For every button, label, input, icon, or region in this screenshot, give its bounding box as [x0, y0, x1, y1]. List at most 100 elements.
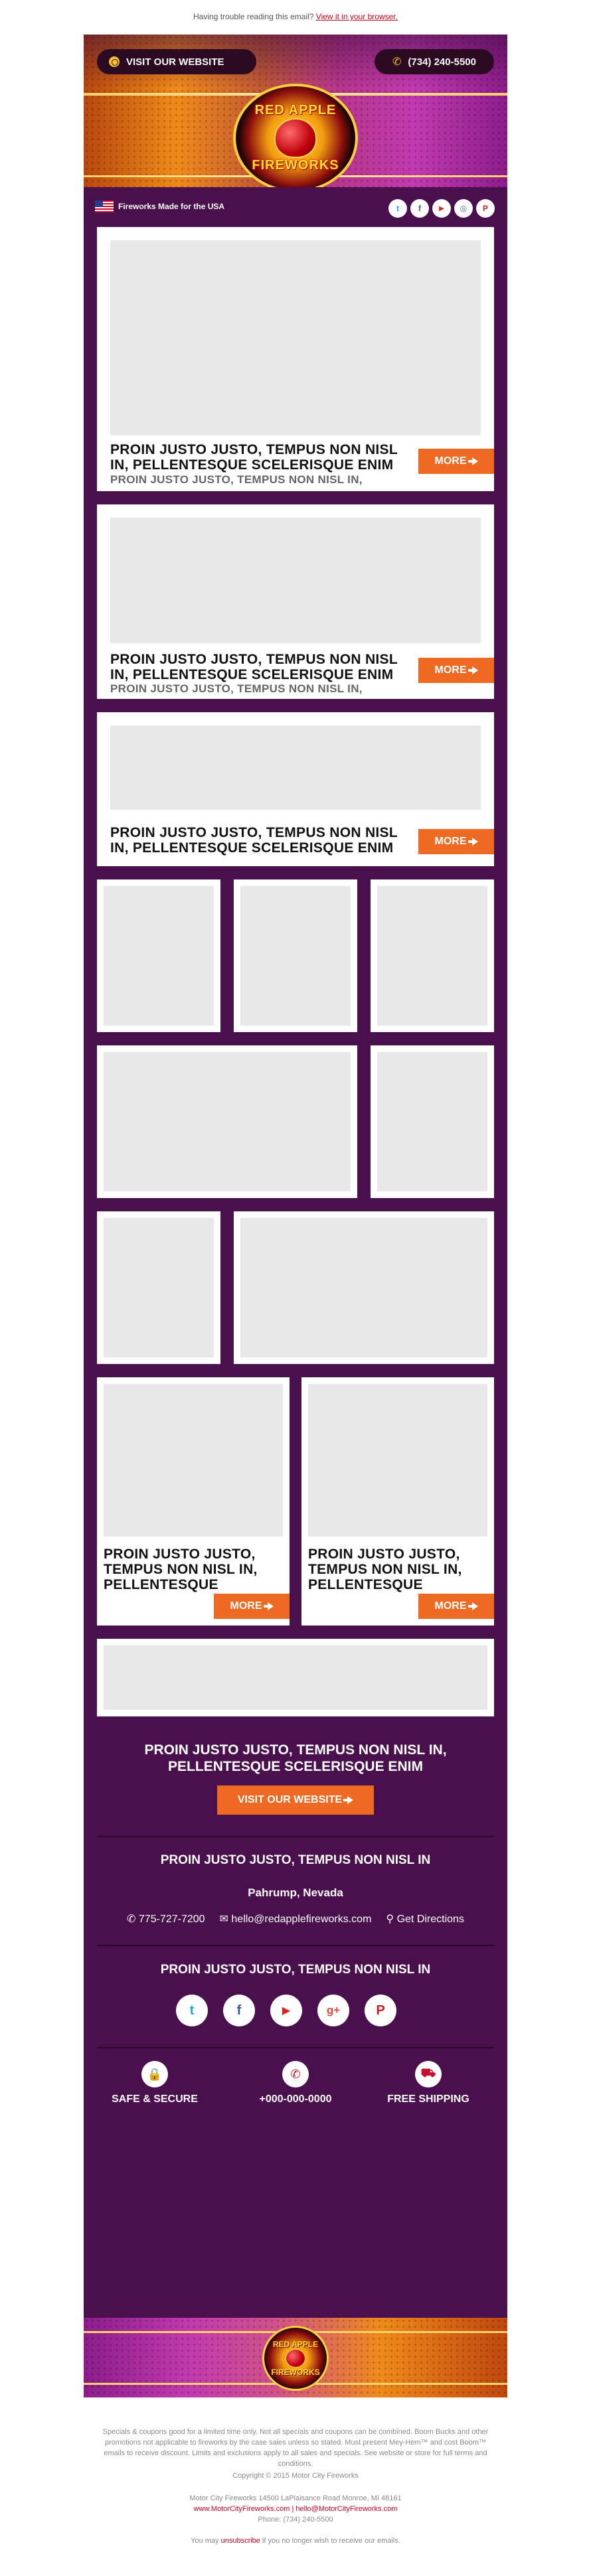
product-image-placeholder[interactable]: [104, 1384, 283, 1537]
product-image-placeholder[interactable]: [240, 886, 351, 1025]
phone-number: 775-727-7200: [138, 1914, 205, 1925]
pinterest-icon[interactable]: P: [365, 1995, 396, 2026]
more-label: MORE: [434, 455, 467, 467]
badge-phone: +000-000-0000: [259, 2093, 332, 2105]
view-in-browser-link[interactable]: View it in your browser.: [316, 12, 398, 21]
banner-image-placeholder[interactable]: [104, 1645, 487, 1710]
footer-banner: RED APPLE FIREWORKS: [84, 2318, 507, 2397]
phone-label: (734) 240-5500: [408, 56, 476, 68]
globe-icon: [109, 56, 120, 67]
card-title: PROIN JUSTO JUSTO, TEMPUS NON NISL IN, P…: [104, 1547, 258, 1592]
youtube-icon[interactable]: ▶: [270, 1995, 302, 2026]
phone-contact[interactable]: ✆ 775-727-7200: [127, 1912, 205, 1926]
unsubscribe-suffix: if you no longer wish to receive our ema…: [262, 2537, 400, 2545]
apple-icon: [274, 118, 317, 158]
wide-banner-card: [97, 1639, 494, 1716]
more-label: MORE: [434, 664, 467, 676]
more-button[interactable]: MORE: [214, 1594, 290, 1619]
contact-row: ✆ 775-727-7200 ✉ hello@redapplefireworks…: [97, 1912, 494, 1926]
product-image-placeholder[interactable]: [104, 1052, 351, 1191]
more-label: MORE: [230, 1600, 262, 1612]
promo-cta-label: VISIT OUR WEBSITE: [237, 1794, 343, 1805]
product-tile: [234, 879, 357, 1032]
feature-image-placeholder[interactable]: [110, 240, 481, 435]
pinterest-icon[interactable]: P: [476, 199, 495, 218]
more-label: MORE: [434, 836, 467, 847]
preheader-text: Having trouble reading this email?: [193, 12, 314, 21]
social-heading: PROIN JUSTO JUSTO, TEMPUS NON NISL IN: [160, 1963, 431, 1977]
more-button[interactable]: MORE: [418, 1594, 494, 1619]
feature-subtitle: PROIN JUSTO JUSTO, TEMPUS NON NISL IN,: [110, 682, 363, 695]
product-image-placeholder[interactable]: [377, 886, 487, 1025]
product-tile-wide: [97, 1045, 357, 1198]
two-col-card-2: PROIN JUSTO JUSTO, TEMPUS NON NISL IN, P…: [301, 1377, 494, 1626]
google-plus-icon[interactable]: g+: [317, 1995, 349, 2026]
arrow-right-icon: [467, 457, 478, 465]
arrow-right-icon: [263, 1602, 274, 1610]
more-button[interactable]: MORE: [418, 449, 494, 474]
us-flag-icon: [95, 200, 114, 212]
directions-link[interactable]: ⚲ Get Directions: [386, 1912, 464, 1926]
twitter-icon[interactable]: t: [176, 1995, 208, 2026]
preheader: Having trouble reading this email? View …: [0, 0, 591, 35]
unsubscribe-link[interactable]: unsubscribe: [221, 2537, 260, 2545]
feature-image-placeholder[interactable]: [110, 725, 481, 810]
email-container: VISIT OUR WEBSITE ✆ (734) 240-5500 RED A…: [84, 35, 507, 2397]
promo-cta-button[interactable]: VISIT OUR WEBSITE: [217, 1785, 374, 1815]
divider: [97, 2047, 494, 2048]
product-image-placeholder[interactable]: [104, 886, 214, 1025]
copyright: Copyright © 2015 Motor City Fireworks: [232, 2472, 359, 2480]
twitter-icon[interactable]: t: [388, 199, 407, 218]
usa-tagline: Fireworks Made for the USA: [118, 202, 225, 211]
visit-website-button[interactable]: VISIT OUR WEBSITE: [97, 49, 256, 74]
feature-image-placeholder[interactable]: [110, 518, 481, 643]
badge-free-shipping: FREE SHIPPING: [387, 2093, 469, 2105]
company-phone: Phone: (734) 240-5500: [258, 2516, 333, 2524]
more-button[interactable]: MORE: [418, 658, 494, 683]
footer-logo[interactable]: RED APPLE FIREWORKS: [262, 2326, 329, 2391]
phone-icon: ✆: [127, 1914, 139, 1925]
product-tile: [371, 879, 494, 1032]
social-icons-row: t f ▶ g+ P: [84, 1995, 507, 2026]
product-image-placeholder[interactable]: [377, 1052, 487, 1191]
divider: [97, 1836, 494, 1837]
map-pin-icon: ⚲: [386, 1914, 397, 1925]
lock-icon: 🔒: [141, 2061, 168, 2087]
feature-subtitle: PROIN JUSTO JUSTO, TEMPUS NON NISL IN,: [110, 473, 363, 486]
more-label: MORE: [434, 1600, 467, 1612]
product-image-placeholder[interactable]: [104, 1218, 214, 1357]
badge-safe-secure: SAFE & SECURE: [112, 2093, 198, 2105]
location-heading: PROIN JUSTO JUSTO, TEMPUS NON NISL IN: [160, 1853, 431, 1867]
email-address: hello@redapplefireworks.com: [231, 1914, 372, 1925]
more-button[interactable]: MORE: [418, 829, 494, 854]
feature-title: PROIN JUSTO JUSTO, TEMPUS NON NISL IN, P…: [110, 652, 398, 682]
usa-bar: Fireworks Made for the USA t f ▶ ◎ P: [84, 187, 507, 227]
red-apple-logo[interactable]: RED APPLE FIREWORKS: [233, 84, 358, 187]
location-city: Pahrump, Nevada: [248, 1886, 343, 1899]
phone-button[interactable]: ✆ (734) 240-5500: [375, 49, 494, 74]
feature-card-3: PROIN JUSTO JUSTO, TEMPUS NON NISL IN, P…: [97, 712, 494, 866]
email-contact[interactable]: ✉ hello@redapplefireworks.com: [220, 1912, 372, 1926]
product-tile-wide: [234, 1211, 494, 1364]
product-image-placeholder[interactable]: [308, 1384, 487, 1537]
facebook-icon[interactable]: f: [410, 199, 429, 218]
unsubscribe-prefix: You may: [191, 2537, 219, 2545]
truck-icon: ⛟: [415, 2061, 442, 2087]
product-image-placeholder[interactable]: [240, 1218, 487, 1357]
feature-card-1: PROIN JUSTO JUSTO, TEMPUS NON NISL IN, P…: [97, 227, 494, 491]
facebook-icon[interactable]: f: [223, 1995, 255, 2026]
feature-title: PROIN JUSTO JUSTO, TEMPUS NON NISL IN, P…: [110, 442, 398, 473]
company-links[interactable]: www.MotorCityFireworks.com | hello@Motor…: [84, 2504, 507, 2514]
phone-icon: ✆: [392, 56, 402, 68]
footer-logo-text-top: RED APPLE: [272, 2340, 319, 2349]
apple-icon: [286, 2349, 305, 2368]
instagram-icon[interactable]: ◎: [454, 199, 473, 218]
youtube-icon[interactable]: ▶: [432, 199, 451, 218]
arrow-right-icon: [343, 1796, 354, 1804]
two-col-card-1: PROIN JUSTO JUSTO, TEMPUS NON NISL IN, P…: [97, 1377, 290, 1626]
footer-logo-text-bottom: FIREWORKS: [271, 2368, 320, 2377]
company-address: Motor City Fireworks 14500 LaPlaisance R…: [189, 2494, 402, 2502]
logo-text-top: RED APPLE: [254, 103, 337, 117]
product-tile: [97, 879, 220, 1032]
arrow-right-icon: [467, 1602, 478, 1610]
